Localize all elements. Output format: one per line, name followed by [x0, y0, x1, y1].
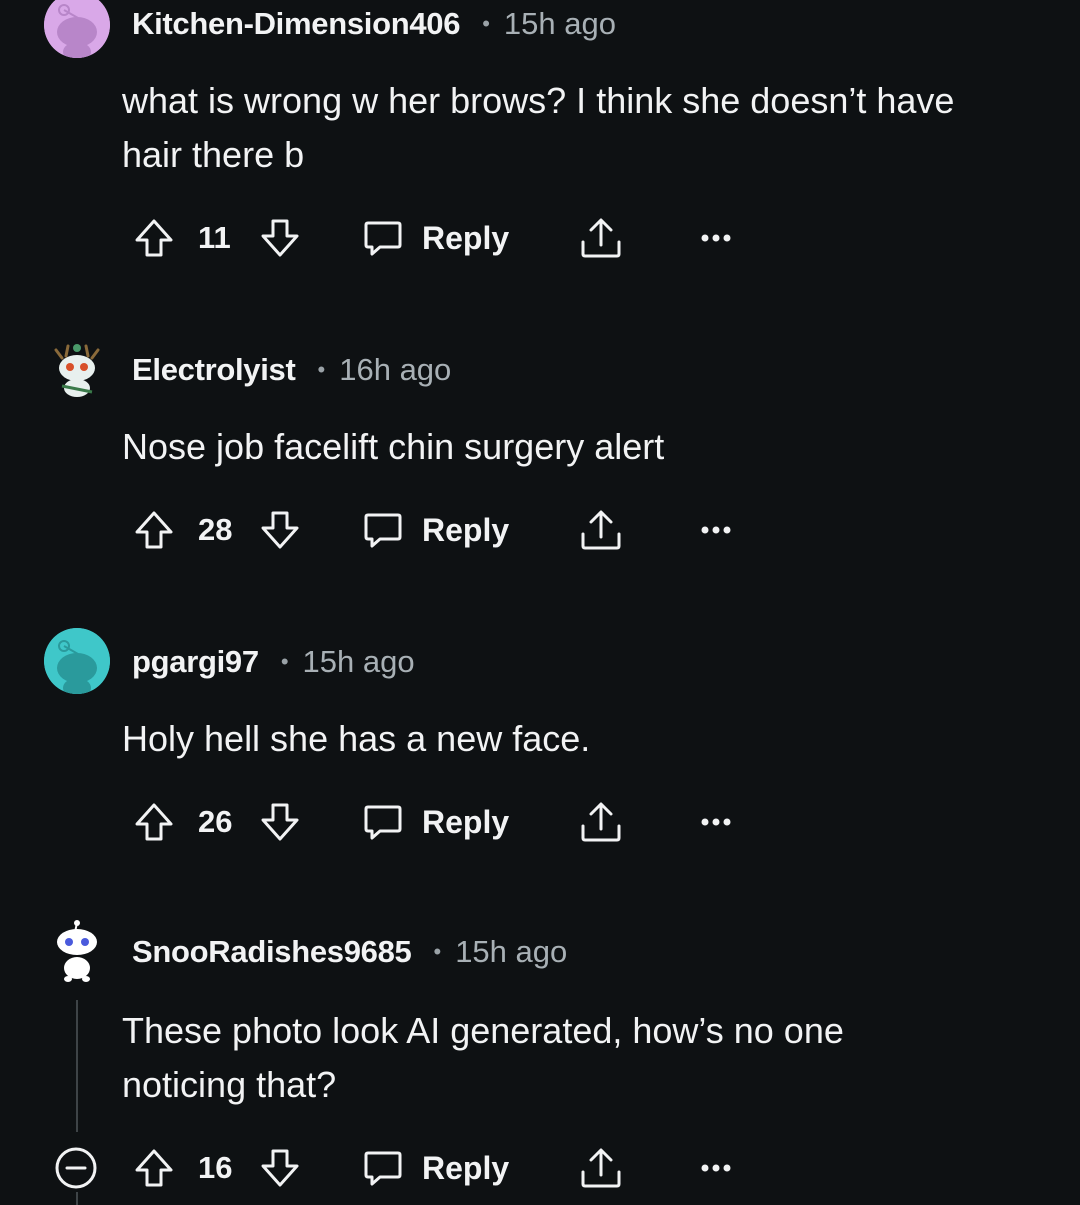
more-options-button[interactable]	[700, 208, 732, 268]
comment-line: what is wrong w her brows? I think she d…	[122, 80, 955, 121]
upvote-button[interactable]	[132, 792, 176, 852]
comment-line: noticing that?	[122, 1064, 337, 1105]
chat-bubble-icon	[364, 513, 402, 548]
minus-circle-icon	[55, 1147, 97, 1189]
avatar[interactable]	[44, 918, 110, 984]
reply-label: Reply	[422, 219, 510, 256]
reply-button[interactable]: Reply	[362, 500, 509, 560]
upvote-arrow-icon	[135, 1149, 173, 1187]
comment-line: Holy hell she has a new face.	[122, 718, 591, 759]
upvote-arrow-icon	[135, 511, 173, 549]
snoo-avatar-icon	[54, 344, 100, 397]
upvote-arrow-icon	[135, 803, 173, 841]
avatar[interactable]	[44, 0, 110, 58]
username[interactable]: SnooRadishes9685	[132, 934, 412, 970]
share-button[interactable]	[578, 208, 624, 268]
vote-score: 16	[198, 1150, 233, 1185]
username[interactable]: pgargi97	[132, 644, 259, 680]
chat-bubble-icon	[364, 805, 402, 840]
comment-actions: 11 Reply	[0, 208, 1080, 268]
comment-body: what is wrong w her brows? I think she d…	[122, 74, 1042, 182]
comment-actions: 26 Reply	[0, 792, 1080, 852]
username[interactable]: Electrolyist	[132, 352, 296, 388]
comment-meta: Electrolyist • 16h ago	[132, 346, 451, 394]
reply-button[interactable]: Reply	[362, 1138, 509, 1198]
collapse-thread-button[interactable]	[54, 1146, 98, 1190]
ellipsis-icon	[701, 526, 731, 534]
ellipsis-icon	[701, 1164, 731, 1172]
comment-line: Nose job facelift chin surgery alert	[122, 426, 665, 467]
comment-meta: SnooRadishes9685 • 15h ago	[132, 928, 567, 976]
share-button[interactable]	[578, 1138, 624, 1198]
downvote-arrow-icon	[261, 1149, 299, 1187]
share-icon	[581, 1148, 621, 1188]
share-icon	[581, 802, 621, 842]
ellipsis-icon	[701, 818, 731, 826]
vote-score: 11	[198, 220, 231, 255]
comment-actions: 28 Reply	[0, 500, 1080, 560]
reply-button[interactable]: Reply	[362, 792, 509, 852]
timestamp: 15h ago	[302, 644, 415, 679]
separator-dot: •	[482, 11, 490, 36]
avatar[interactable]	[44, 336, 110, 402]
comment-body: These photo look AI generated, how’s no …	[122, 1004, 1042, 1112]
comment-meta: pgargi97 • 15h ago	[132, 638, 415, 686]
downvote-button[interactable]	[258, 792, 302, 852]
vote-score: 28	[198, 512, 233, 547]
snoo-avatar-icon	[44, 0, 110, 58]
comment-line: These photo look AI generated, how’s no …	[122, 1010, 844, 1051]
downvote-arrow-icon	[261, 803, 299, 841]
downvote-button[interactable]	[258, 500, 302, 560]
reply-button[interactable]: Reply	[362, 208, 509, 268]
upvote-arrow-icon	[135, 219, 173, 257]
timestamp: 15h ago	[503, 6, 616, 41]
separator-dot: •	[433, 939, 442, 964]
reply-label: Reply	[422, 511, 510, 548]
more-options-button[interactable]	[700, 792, 732, 852]
downvote-button[interactable]	[258, 208, 302, 268]
share-button[interactable]	[578, 792, 624, 852]
downvote-arrow-icon	[261, 219, 299, 257]
upvote-button[interactable]	[132, 208, 176, 268]
share-icon	[581, 218, 621, 258]
chat-bubble-icon	[364, 221, 402, 256]
vote-score: 26	[198, 804, 233, 839]
upvote-button[interactable]	[132, 500, 176, 560]
separator-dot: •	[280, 649, 289, 674]
reply-label: Reply	[422, 803, 510, 840]
snoo-avatar-icon	[44, 628, 110, 694]
downvote-button[interactable]	[258, 1138, 302, 1198]
avatar[interactable]	[44, 628, 110, 694]
thread-line[interactable]	[76, 1000, 78, 1132]
username[interactable]: Kitchen-Dimension406	[132, 6, 461, 42]
separator-dot: •	[317, 357, 326, 382]
timestamp: 15h ago	[455, 934, 568, 969]
comment-actions: 16 Reply	[0, 1138, 1080, 1198]
timestamp: 16h ago	[339, 352, 452, 387]
downvote-arrow-icon	[261, 511, 299, 549]
reply-label: Reply	[422, 1149, 510, 1186]
thread-line	[76, 1192, 78, 1205]
chat-bubble-icon	[364, 1151, 402, 1186]
comment-body: Holy hell she has a new face.	[122, 712, 1042, 766]
more-options-button[interactable]	[700, 1138, 732, 1198]
more-options-button[interactable]	[700, 500, 732, 560]
comment-line: hair there b	[122, 134, 305, 175]
upvote-button[interactable]	[132, 1138, 176, 1198]
ellipsis-icon	[701, 234, 731, 242]
share-button[interactable]	[578, 500, 624, 560]
comment-meta: Kitchen-Dimension406 • 15h ago	[132, 0, 616, 48]
snoo-avatar-icon	[57, 920, 97, 982]
share-icon	[581, 510, 621, 550]
comment-body: Nose job facelift chin surgery alert	[122, 420, 1042, 474]
